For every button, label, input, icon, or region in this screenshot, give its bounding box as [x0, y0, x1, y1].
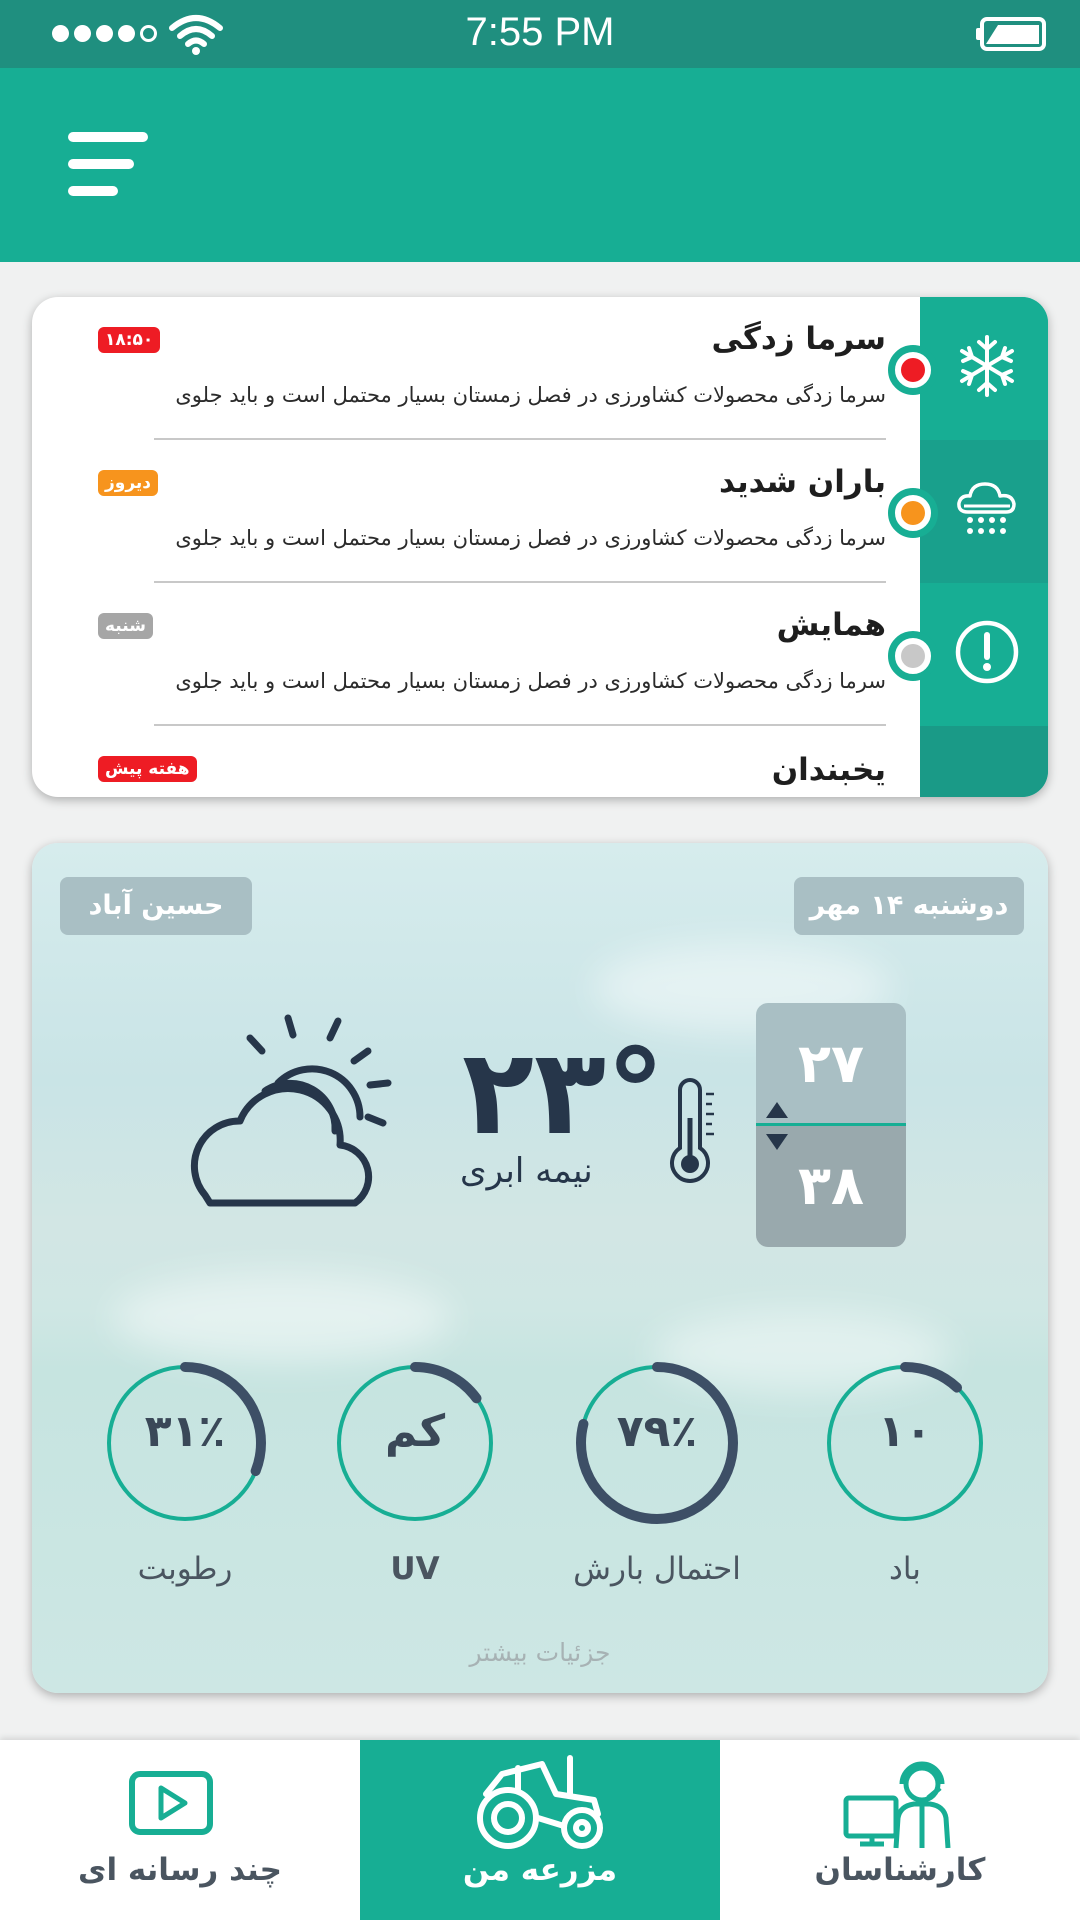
- alert-rail-cell[interactable]: [920, 726, 1048, 797]
- nav-label: چند رسانه ای: [78, 1852, 282, 1888]
- alert-rail: [888, 297, 1048, 797]
- alert-time-badge: دیروز: [98, 470, 159, 496]
- gauge-label: UV: [390, 1551, 440, 1587]
- alert-circle-icon: [955, 620, 1019, 684]
- date-tag: دوشنبه ۱۴ مهر: [794, 877, 1024, 935]
- city-tag[interactable]: حسین آباد: [60, 877, 252, 935]
- hamburger-menu-icon[interactable]: [68, 132, 150, 198]
- alert-body: سرما زدگی محصولات کشاورزی در فصل زمستان …: [175, 383, 886, 407]
- tractor-icon: [477, 1755, 603, 1849]
- nav-multimedia[interactable]: چند رسانه ای: [0, 1740, 360, 1920]
- gauge-uv[interactable]: کم UV: [330, 1358, 500, 1598]
- alert-time-badge: هفته پیش: [98, 756, 197, 782]
- nav-my-farm[interactable]: مزرعه من: [360, 1740, 720, 1920]
- alert-body: سرما زدگی محصولات کشاورزی در فصل زمستان …: [175, 669, 886, 693]
- video-play-icon: [129, 1771, 213, 1835]
- thermometer-icon: [670, 1078, 714, 1183]
- weather-card: حسین آباد دوشنبه ۱۴ مهر ۲۳° نیمه ابری ۲۷…: [32, 843, 1048, 1693]
- status-bar: 7:55 PM: [0, 0, 1080, 68]
- alert-item[interactable]: باران شدید سرما زدگی محصولات کشاورزی در …: [64, 440, 886, 583]
- gauge-label: رطوبت: [137, 1551, 233, 1587]
- app-header: [0, 68, 1080, 262]
- alert-time-badge: شنبه: [98, 613, 153, 639]
- heavy-rain-icon: [957, 482, 1016, 534]
- alert-rail-cell[interactable]: [888, 297, 1048, 440]
- gauge-value: ۱۰: [878, 1406, 932, 1457]
- snowflake-icon: [960, 335, 1014, 397]
- temperature: ۲۳°: [462, 1023, 669, 1161]
- alert-item[interactable]: یخبندان هفته پیش: [64, 726, 886, 797]
- expert-support-icon: [843, 1761, 951, 1849]
- gauge-label: احتمال بارش: [573, 1551, 741, 1587]
- alert-status-dot: [888, 631, 938, 681]
- condition-text: نیمه ابری: [460, 1151, 593, 1191]
- alert-time-badge: ۱۸:۵۰: [98, 327, 161, 353]
- gauge-precipitation[interactable]: ۷۹٪ احتمال بارش: [572, 1358, 742, 1598]
- alert-status-dot: [888, 345, 938, 395]
- up-down-arrows-icon: [766, 1102, 788, 1150]
- gauge-value: کم: [384, 1406, 446, 1457]
- gauge-label: باد: [889, 1551, 921, 1587]
- gauge-humidity[interactable]: ۳۱٪ رطوبت: [100, 1358, 270, 1598]
- bottom-nav: چند رسانه ای مزرعه من کارشناسان: [0, 1740, 1080, 1920]
- alert-title: باران شدید: [719, 464, 886, 500]
- more-details-link[interactable]: جزئیات بیشتر: [32, 1638, 1048, 1667]
- temperature-range: ۲۷ ۳۸: [756, 1003, 906, 1247]
- alert-title: همایش: [776, 607, 886, 643]
- status-time: 7:55 PM: [465, 10, 615, 54]
- alert-status-dot: [888, 488, 938, 538]
- partly-cloudy-icon: [190, 1014, 392, 1207]
- alert-rail-cell[interactable]: [888, 440, 1048, 583]
- alert-title: یخبندان: [771, 752, 886, 788]
- nav-label: مزرعه من: [462, 1852, 618, 1888]
- nav-label: کارشناسان: [814, 1852, 986, 1888]
- alert-rail-cell[interactable]: [888, 583, 1048, 726]
- alert-title: سرما زدگی: [711, 321, 886, 357]
- gauge-value: ۳۱٪: [144, 1406, 226, 1457]
- nav-experts[interactable]: کارشناسان: [720, 1740, 1080, 1920]
- gauge-wind[interactable]: ۱۰ باد: [820, 1358, 990, 1598]
- battery-icon: [976, 17, 1046, 51]
- gauge-value: ۷۹٪: [616, 1406, 698, 1457]
- alert-item[interactable]: همایش سرما زدگی محصولات کشاورزی در فصل ز…: [64, 583, 886, 726]
- alerts-card: سرما زدگی سرما زدگی محصولات کشاورزی در ف…: [32, 297, 1048, 797]
- alert-item[interactable]: سرما زدگی سرما زدگی محصولات کشاورزی در ف…: [64, 297, 886, 440]
- alert-body: سرما زدگی محصولات کشاورزی در فصل زمستان …: [175, 526, 886, 550]
